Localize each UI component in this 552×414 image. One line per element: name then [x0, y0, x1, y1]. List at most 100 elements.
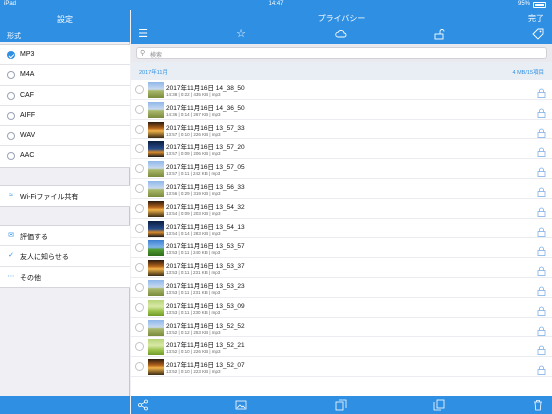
format-option-mp3[interactable]: MP3	[0, 45, 130, 66]
search-bar: ⚲ 検索	[131, 44, 552, 62]
lock-icon[interactable]	[537, 263, 546, 277]
format-option-m4a[interactable]: M4A	[0, 65, 130, 86]
select-circle-icon[interactable]	[135, 243, 144, 253]
privacy-nav-bar: プライバシー 完了 ☰ ☆	[131, 10, 552, 44]
format-option-caf[interactable]: CAF	[0, 86, 130, 106]
lock-icon[interactable]	[537, 303, 546, 316]
wifi-sharing-row[interactable]: ≈ Wi-Fiファイル共有	[0, 186, 130, 206]
lock-icon[interactable]	[537, 204, 546, 217]
recording-meta: 13:57 | 0:09 | 206 KB | mp3	[166, 151, 221, 157]
lock-icon[interactable]	[537, 243, 546, 257]
recording-row[interactable]: 2017年11月16日 13_53_23 13:53 | 0:11 | 231 K…	[131, 278, 552, 298]
recording-meta: 13:56 | 0:29 | 319 KB | mp3	[166, 190, 221, 196]
recording-meta: 13:54 | 0:14 | 283 KB | mp3	[166, 230, 221, 236]
misc-label: 友人に知らせる	[20, 254, 69, 262]
misc-row-more-dots[interactable]: ⋯ その他	[0, 267, 130, 287]
tag-icon[interactable]	[532, 28, 544, 40]
list-icon[interactable]: ☰	[137, 28, 149, 40]
recording-row[interactable]: 2017年11月16日 13_53_09 13:53 | 0:11 | 230 K…	[131, 298, 552, 318]
recording-name: 2017年11月16日 13_57_20	[166, 144, 245, 152]
select-circle-icon[interactable]	[135, 282, 144, 292]
format-option-wav[interactable]: WAV	[0, 126, 130, 147]
move-out-icon[interactable]	[335, 399, 347, 411]
select-circle-icon[interactable]	[135, 85, 144, 94]
lock-icon[interactable]	[537, 342, 546, 356]
radio-unchecked-icon	[7, 71, 15, 80]
recording-name: 2017年11月16日 13_56_33	[166, 183, 245, 191]
select-circle-icon[interactable]	[135, 183, 144, 193]
format-option-aac[interactable]: AAC	[0, 146, 130, 166]
select-circle-icon[interactable]	[135, 203, 144, 213]
lock-icon[interactable]	[537, 283, 546, 296]
recording-row[interactable]: 2017年11月16日 13_53_37 13:53 | 0:11 | 231 K…	[131, 258, 552, 278]
recording-row[interactable]: 2017年11月16日 13_54_13 13:54 | 0:14 | 283 K…	[131, 219, 552, 239]
select-circle-icon[interactable]	[135, 362, 144, 372]
format-label: CAF	[20, 91, 34, 99]
recording-meta: 13:53 | 0:11 | 231 KB | mp3	[166, 270, 221, 276]
privacy-title: プライバシー	[317, 14, 366, 23]
recording-name: 2017年11月16日 13_57_33	[166, 124, 245, 132]
format-list: MP3 M4A CAF AIFF WAV AAC	[0, 44, 130, 168]
trash-icon[interactable]	[532, 399, 544, 411]
recording-row[interactable]: 2017年11月16日 13_54_32 13:54 | 0:09 | 203 K…	[131, 199, 552, 219]
status-bar: iPad 14:47 95%	[0, 0, 552, 10]
lock-icon[interactable]	[537, 144, 546, 158]
recording-thumbnail	[148, 279, 164, 296]
recording-meta: 13:53 | 0:11 | 230 KB | mp3	[166, 309, 221, 315]
recording-row[interactable]: 2017年11月16日 13_52_07 13:52 | 0:10 | 223 K…	[131, 357, 552, 377]
misc-row-share-friend[interactable]: ✓ 友人に知らせる	[0, 246, 130, 267]
lock-icon[interactable]	[537, 362, 546, 376]
recording-name: 2017年11月16日 13_52_52	[166, 322, 245, 330]
select-circle-icon[interactable]	[135, 302, 144, 312]
lock-icon[interactable]	[537, 105, 546, 118]
recording-thumbnail	[148, 319, 164, 336]
search-input[interactable]: ⚲ 検索	[136, 47, 547, 59]
lock-icon[interactable]	[537, 85, 546, 98]
star-icon[interactable]: ☆	[235, 28, 247, 40]
recording-row[interactable]: 2017年11月16日 13_52_52 13:52 | 0:12 | 253 K…	[131, 318, 552, 338]
misc-row-rate[interactable]: ✉ 評価する	[0, 226, 130, 247]
recording-meta: 13:52 | 0:10 | 223 KB | mp3	[166, 369, 221, 375]
select-circle-icon[interactable]	[135, 124, 144, 134]
recording-thumbnail	[148, 299, 164, 316]
select-circle-icon[interactable]	[135, 104, 144, 114]
recording-row[interactable]: 2017年11月16日 13_56_33 13:56 | 0:29 | 319 K…	[131, 179, 552, 199]
recording-row[interactable]: 2017年11月16日 13_53_57 13:53 | 0:11 | 240 K…	[131, 238, 552, 259]
share-icon[interactable]	[137, 399, 149, 411]
select-circle-icon[interactable]	[135, 144, 144, 154]
recording-thumbnail	[148, 200, 164, 217]
format-label: WAV	[20, 132, 36, 140]
recording-name: 2017年11月16日 13_54_13	[166, 223, 245, 231]
done-button[interactable]: 完了	[528, 13, 544, 24]
select-circle-icon[interactable]	[135, 223, 144, 233]
lock-icon[interactable]	[537, 164, 546, 178]
recording-row[interactable]: 2017年11月16日 13_57_05 13:57 | 0:11 | 242 K…	[131, 159, 552, 179]
select-circle-icon[interactable]	[135, 263, 144, 273]
recording-row[interactable]: 2017年11月16日 14_38_50 14:38 | 0:22 | 435 K…	[131, 80, 552, 100]
recording-row[interactable]: 2017年11月16日 13_57_33 13:57 | 0:10 | 226 K…	[131, 120, 552, 140]
recording-thumbnail	[148, 180, 164, 197]
select-circle-icon[interactable]	[135, 322, 144, 332]
move-in-icon[interactable]	[433, 399, 445, 411]
lock-icon[interactable]	[537, 323, 546, 336]
unlock-icon[interactable]	[433, 28, 445, 40]
recording-thumbnail	[148, 101, 164, 118]
rate-icon: ✉	[8, 232, 14, 239]
recording-row[interactable]: 2017年11月16日 13_52_21 13:52 | 0:10 | 226 K…	[131, 337, 552, 358]
lock-icon[interactable]	[537, 125, 546, 138]
recording-row[interactable]: 2017年11月16日 13_57_20 13:57 | 0:09 | 206 K…	[131, 139, 552, 160]
image-icon[interactable]	[235, 399, 247, 411]
recording-meta: 14:38 | 0:22 | 435 KB | mp3	[166, 92, 221, 97]
select-circle-icon[interactable]	[135, 342, 144, 352]
bottom-toolbar	[131, 396, 552, 414]
recording-row[interactable]: 2017年11月16日 14_36_50 14:36 | 0:14 | 267 K…	[131, 100, 552, 120]
format-option-aiff[interactable]: AIFF	[0, 106, 130, 127]
search-placeholder: 検索	[150, 53, 163, 59]
recording-meta: 13:53 | 0:11 | 240 KB | mp3	[166, 250, 221, 256]
lock-icon[interactable]	[537, 224, 546, 237]
select-circle-icon[interactable]	[135, 164, 144, 174]
radio-unchecked-icon	[7, 111, 15, 120]
recording-thumbnail	[148, 220, 164, 237]
cloud-icon[interactable]	[335, 28, 347, 40]
lock-icon[interactable]	[537, 184, 546, 197]
